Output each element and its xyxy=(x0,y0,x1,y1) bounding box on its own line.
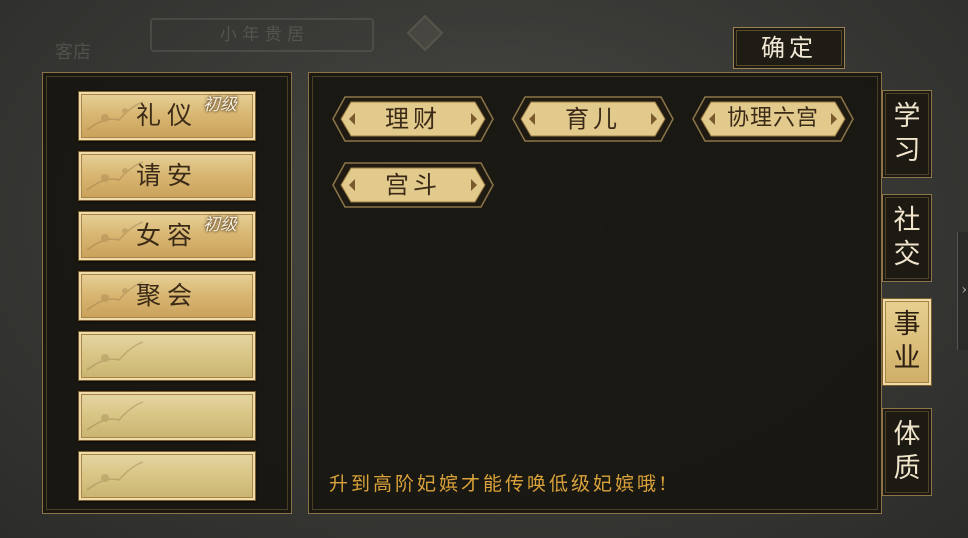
career-tag-licai[interactable]: 理财 xyxy=(331,95,495,143)
career-tag-yuer[interactable]: 育儿 xyxy=(511,95,675,143)
career-label: 协理六宫 xyxy=(726,106,819,131)
career-tag-xieliliugong[interactable]: 协理六宫 xyxy=(691,95,855,143)
blossom-decoration-icon xyxy=(86,401,144,431)
skill-name: 聚会 xyxy=(135,281,198,310)
confirm-button[interactable]: 确定 xyxy=(733,27,845,69)
career-panel: 理财 育儿 协理六宫 宫斗 升到高阶妃嫔才能传唤低级妃嫔哦! xyxy=(308,72,882,514)
tab-social[interactable]: 社 交 xyxy=(882,194,932,282)
tab-study[interactable]: 学 习 xyxy=(882,90,932,178)
tab-label-bottom: 业 xyxy=(893,343,921,374)
career-label: 宫斗 xyxy=(385,171,441,199)
background-location-tab: 小 年 贵 居 xyxy=(150,18,374,52)
blossom-decoration-icon xyxy=(86,341,144,371)
skill-rank-badge: 初级 xyxy=(203,215,237,235)
blossom-decoration-icon xyxy=(86,461,144,491)
skill-slot-nvrong[interactable]: 女容 初级 xyxy=(78,211,256,261)
skill-slot-juhui[interactable]: 聚会 xyxy=(78,271,256,321)
etiquette-skill-panel: 礼仪 初级 请安 女容 初级 聚会 xyxy=(42,72,292,514)
skill-slot-empty[interactable] xyxy=(78,451,256,501)
skill-slot-liyi[interactable]: 礼仪 初级 xyxy=(78,91,256,141)
tab-label-top: 社 xyxy=(893,205,921,236)
background-diamond-icon xyxy=(406,14,444,52)
tab-label-bottom: 习 xyxy=(893,135,921,166)
career-tag-gongdou[interactable]: 宫斗 xyxy=(331,161,495,209)
skill-rank-badge: 初级 xyxy=(203,95,237,115)
background-label: 客店 xyxy=(55,42,91,63)
career-label: 育儿 xyxy=(565,105,621,133)
hint-text: 升到高阶妃嫔才能传唤低级妃嫔哦! xyxy=(329,473,670,495)
tab-physique[interactable]: 体 质 xyxy=(882,408,932,496)
skill-name: 请安 xyxy=(135,161,198,190)
skill-slot-empty[interactable] xyxy=(78,391,256,441)
skill-slot-empty[interactable] xyxy=(78,331,256,381)
tab-label-bottom: 质 xyxy=(893,453,921,484)
skill-slot-qingan[interactable]: 请安 xyxy=(78,151,256,201)
tab-label-top: 事 xyxy=(893,309,921,340)
tab-label-bottom: 交 xyxy=(893,239,921,270)
career-label: 理财 xyxy=(385,105,441,133)
tab-label-top: 学 xyxy=(893,101,921,132)
tab-career[interactable]: 事 业 xyxy=(882,298,932,386)
tab-label-top: 体 xyxy=(893,419,921,450)
chevron-right-icon[interactable]: › xyxy=(961,282,967,298)
